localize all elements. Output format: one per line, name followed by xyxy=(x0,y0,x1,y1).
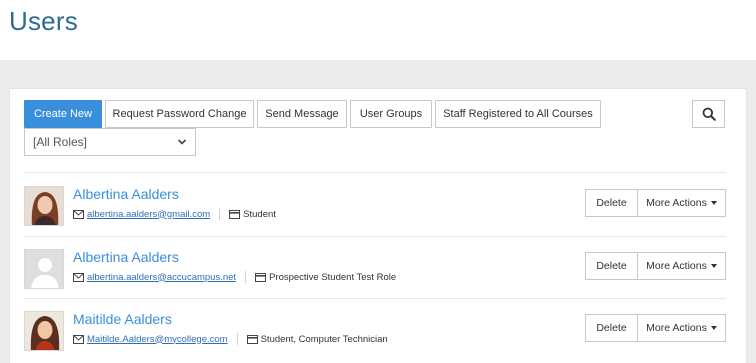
list-item: Albertina Aalders albertina.aalders@accu… xyxy=(24,249,726,301)
user-name-link[interactable]: Albertina Aalders xyxy=(73,249,179,265)
delete-button[interactable]: Delete xyxy=(585,314,638,342)
meta-separator xyxy=(219,208,221,220)
meta-separator xyxy=(245,271,247,283)
meta-separator xyxy=(236,333,238,345)
search-icon xyxy=(702,107,716,121)
user-email-link[interactable]: Maitilde.Aalders@mycollege.com xyxy=(87,334,228,345)
row-actions: Delete More Actions xyxy=(585,252,726,280)
more-actions-button[interactable]: More Actions xyxy=(638,314,726,342)
envelope-icon xyxy=(73,272,84,282)
envelope-icon xyxy=(73,334,84,344)
staff-registered-button[interactable]: Staff Registered to All Courses xyxy=(435,100,601,128)
list-item: Maitilde Aalders Maitilde.Aalders@mycoll… xyxy=(24,311,726,363)
user-name-link[interactable]: Maitilde Aalders xyxy=(73,311,172,327)
search-button[interactable] xyxy=(692,100,725,128)
row-actions: Delete More Actions xyxy=(585,189,726,217)
row-divider xyxy=(24,298,726,299)
create-new-button[interactable]: Create New xyxy=(24,100,102,128)
delete-button[interactable]: Delete xyxy=(585,189,638,217)
role-filter-value: [All Roles] xyxy=(33,135,88,149)
row-divider xyxy=(24,236,726,237)
avatar[interactable] xyxy=(24,186,64,226)
request-password-change-button[interactable]: Request Password Change xyxy=(105,100,254,128)
user-meta: albertina.aalders@gmail.com Student xyxy=(73,208,276,220)
user-meta: Maitilde.Aalders@mycollege.com Student, … xyxy=(73,333,388,345)
user-roles: Student xyxy=(243,208,276,220)
user-meta: albertina.aalders@accucampus.net Prospec… xyxy=(73,271,396,283)
user-roles: Prospective Student Test Role xyxy=(269,271,397,283)
envelope-icon xyxy=(73,209,84,219)
id-card-icon xyxy=(255,272,267,282)
avatar[interactable] xyxy=(24,249,64,289)
delete-button[interactable]: Delete xyxy=(585,252,638,280)
avatar-placeholder-icon xyxy=(25,250,63,288)
id-card-icon xyxy=(246,334,258,344)
more-actions-label: More Actions xyxy=(646,322,707,334)
user-email-link[interactable]: albertina.aalders@gmail.com xyxy=(87,209,210,220)
row-divider xyxy=(24,172,726,173)
caret-down-icon xyxy=(710,264,717,268)
caret-down-icon xyxy=(710,326,717,330)
avatar-photo xyxy=(25,312,63,350)
list-item: Albertina Aalders albertina.aalders@gmai… xyxy=(24,186,726,238)
page-title: Users xyxy=(9,6,78,36)
send-message-button[interactable]: Send Message xyxy=(257,100,347,128)
more-actions-button[interactable]: More Actions xyxy=(638,252,726,280)
user-email-link[interactable]: albertina.aalders@accucampus.net xyxy=(87,272,236,283)
caret-down-icon xyxy=(710,201,717,205)
role-filter-select[interactable]: [All Roles] xyxy=(24,128,196,156)
id-card-icon xyxy=(229,209,241,219)
avatar-photo xyxy=(25,187,63,225)
user-roles: Student, Computer Technician xyxy=(260,333,388,345)
avatar[interactable] xyxy=(24,311,64,351)
user-groups-button[interactable]: User Groups xyxy=(350,100,432,128)
user-name-link[interactable]: Albertina Aalders xyxy=(73,186,179,202)
more-actions-label: More Actions xyxy=(646,260,707,272)
row-actions: Delete More Actions xyxy=(585,314,726,342)
more-actions-label: More Actions xyxy=(646,197,707,209)
more-actions-button[interactable]: More Actions xyxy=(638,189,726,217)
chevron-down-icon xyxy=(177,139,187,145)
